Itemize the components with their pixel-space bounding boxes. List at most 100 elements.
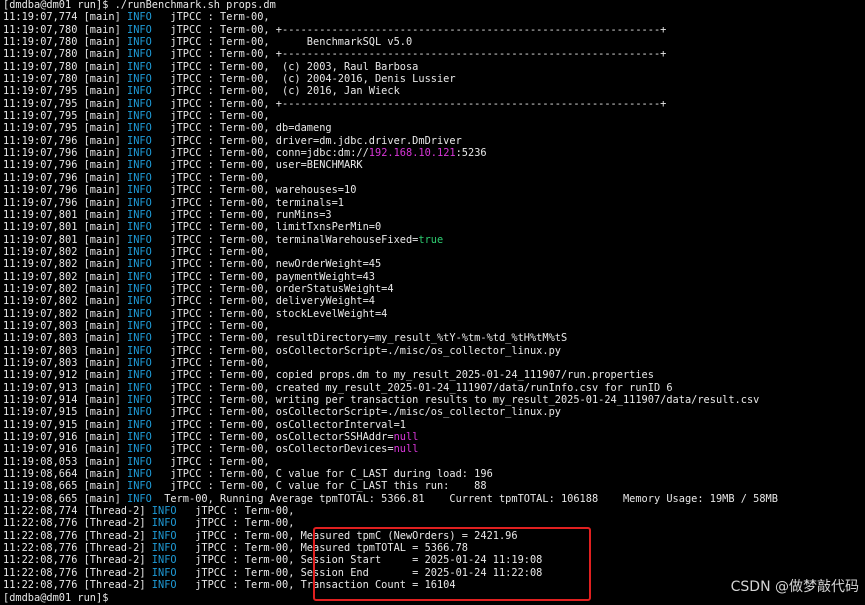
log-level: INFO xyxy=(127,455,152,468)
log-text: jTPCC : Term-00, osCollectorScript=./mis… xyxy=(151,344,561,357)
log-text: jTPCC : Term-00, conn=jdbc:dm:// xyxy=(151,147,369,160)
terminal-output[interactable]: [dmdba@dm01 run]$ ./runBenchmark.sh prop… xyxy=(3,0,863,604)
log-text: jTPCC : Term-00, warehouses=10 xyxy=(151,184,357,197)
log-level: INFO xyxy=(127,208,152,221)
log-text: 11:19:07,801 [main] xyxy=(3,208,127,221)
log-text: jTPCC : Term-00, orderStatusWeight=4 xyxy=(151,282,394,295)
log-line: 11:19:07,802 [main] INFO jTPCC : Term-00… xyxy=(3,246,863,258)
log-level: INFO xyxy=(127,468,152,481)
log-text: jTPCC : Term-00, osCollectorInterval=1 xyxy=(151,418,406,431)
log-line: 11:19:07,796 [main] INFO jTPCC : Term-00… xyxy=(3,135,863,147)
log-text: 11:19:08,665 [main] xyxy=(3,492,127,505)
log-text: jTPCC : Term-00, xyxy=(151,171,276,184)
log-text: jTPCC : Term-00, resultDirectory=my_resu… xyxy=(151,332,568,345)
log-text: jTPCC : Term-00, created my_result_2025-… xyxy=(151,381,673,394)
log-text: 11:19:07,796 [main] xyxy=(3,134,127,147)
log-text: 11:22:08,776 [Thread-2] xyxy=(3,542,152,555)
log-line: 11:19:07,780 [main] INFO jTPCC : Term-00… xyxy=(3,48,863,60)
log-level: INFO xyxy=(127,344,152,357)
log-line: 11:19:07,803 [main] INFO jTPCC : Term-00… xyxy=(3,357,863,369)
log-text: 11:19:07,780 [main] xyxy=(3,73,127,86)
log-text: 11:19:07,916 [main] xyxy=(3,443,127,456)
log-text: jTPCC : Term-00, xyxy=(151,356,276,369)
log-text: 11:19:07,916 [main] xyxy=(3,431,127,444)
log-level: INFO xyxy=(127,85,152,98)
log-line: 11:19:07,780 [main] INFO jTPCC : Term-00… xyxy=(3,73,863,85)
log-text: jTPCC : Term-00, deliveryWeight=4 xyxy=(151,295,375,308)
log-text: jTPCC : Term-00, xyxy=(151,245,276,258)
log-text: [dmdba@dm01 run]$ xyxy=(3,591,115,604)
log-level: INFO xyxy=(127,356,152,369)
log-line: 11:19:07,774 [main] INFO jTPCC : Term-00… xyxy=(3,11,863,23)
log-level: INFO xyxy=(127,443,152,456)
log-text: jTPCC : Term-00, +----------------------… xyxy=(151,48,667,61)
log-level: INFO xyxy=(127,245,152,258)
log-text: 11:19:07,802 [main] xyxy=(3,270,127,283)
log-level: INFO xyxy=(127,480,152,493)
log-text: 11:19:07,796 [main] xyxy=(3,196,127,209)
log-level: INFO xyxy=(127,36,152,49)
log-level: INFO xyxy=(127,233,152,246)
log-text: 11:19:07,802 [main] xyxy=(3,307,127,320)
log-text: jTPCC : Term-00, copied props.dm to my_r… xyxy=(151,369,654,382)
log-text: 11:22:08,776 [Thread-2] xyxy=(3,566,152,579)
log-level: INFO xyxy=(127,394,152,406)
log-text: 11:22:08,774 [Thread-2] xyxy=(3,505,152,518)
log-text: Term-00, Running Average tpmTOTAL: 5366.… xyxy=(151,492,778,505)
log-text: 11:19:08,664 [main] xyxy=(3,468,127,481)
log-text: jTPCC : Term-00, xyxy=(176,517,301,530)
log-text: 11:19:07,913 [main] xyxy=(3,381,127,394)
log-text: jTPCC : Term-00, xyxy=(151,455,276,468)
log-level: INFO xyxy=(127,282,152,295)
log-level: INFO xyxy=(127,319,152,332)
log-level: INFO xyxy=(127,270,152,283)
log-level: INFO xyxy=(127,196,152,209)
log-level: INFO xyxy=(127,258,152,271)
log-text: jTPCC : Term-00, runMins=3 xyxy=(151,208,332,221)
log-text: jTPCC : Term-00, +----------------------… xyxy=(151,97,667,110)
log-text: jTPCC : Term-00, (c) 2016, Jan Wieck xyxy=(151,85,400,98)
log-text: 11:19:07,802 [main] xyxy=(3,282,127,295)
log-text: 11:19:07,795 [main] xyxy=(3,110,127,123)
log-text: 11:19:07,796 [main] xyxy=(3,159,127,172)
log-line: 11:19:07,795 [main] INFO jTPCC : Term-00… xyxy=(3,122,863,134)
log-level: INFO xyxy=(127,332,152,345)
results-highlight-box xyxy=(313,527,591,601)
log-line: 11:19:07,796 [main] INFO jTPCC : Term-00… xyxy=(3,197,863,209)
log-line: 11:19:07,795 [main] INFO jTPCC : Term-00… xyxy=(3,98,863,110)
log-text: 11:19:07,802 [main] xyxy=(3,245,127,258)
log-level: INFO xyxy=(151,505,177,518)
log-line: 11:19:07,796 [main] INFO jTPCC : Term-00… xyxy=(3,147,863,159)
log-text: 11:19:07,796 [main] xyxy=(3,184,127,197)
log-level: INFO xyxy=(127,295,152,308)
log-text: 11:19:07,780 [main] xyxy=(3,23,127,36)
log-level: INFO xyxy=(151,554,177,567)
log-level: INFO xyxy=(127,147,152,160)
log-line: 11:19:07,915 [main] INFO jTPCC : Term-00… xyxy=(3,406,863,418)
log-level: INFO xyxy=(127,369,152,382)
log-text: :5236 xyxy=(455,147,487,160)
log-level: INFO xyxy=(127,381,152,394)
log-line: 11:19:07,802 [main] INFO jTPCC : Term-00… xyxy=(3,308,863,320)
log-line: 11:19:07,780 [main] INFO jTPCC : Term-00… xyxy=(3,24,863,36)
highlighted-value: null xyxy=(393,443,419,456)
log-line: 11:19:07,802 [main] INFO jTPCC : Term-00… xyxy=(3,258,863,270)
log-text: jTPCC : Term-00, xyxy=(151,110,276,123)
log-text: jTPCC : Term-00, xyxy=(151,319,276,332)
log-line: 11:19:07,802 [main] INFO jTPCC : Term-00… xyxy=(3,271,863,283)
log-level: INFO xyxy=(151,566,177,579)
log-text: jTPCC : Term-00, stockLevelWeight=4 xyxy=(151,307,388,320)
log-level: INFO xyxy=(127,418,152,431)
log-text: jTPCC : Term-00, xyxy=(151,11,276,24)
log-text: 11:19:07,780 [main] xyxy=(3,60,127,73)
log-level: INFO xyxy=(127,97,152,110)
log-text: jTPCC : Term-00, osCollectorDevices= xyxy=(151,443,394,456)
log-level: INFO xyxy=(151,542,177,555)
log-text: jTPCC : Term-00, paymentWeight=43 xyxy=(151,270,375,283)
log-text: 11:22:08,776 [Thread-2] xyxy=(3,554,152,567)
log-text: 11:22:08,776 [Thread-2] xyxy=(3,517,152,530)
log-level: INFO xyxy=(127,492,152,505)
command-line: [dmdba@dm01 run]$ ./runBenchmark.sh prop… xyxy=(3,0,863,11)
log-text: 11:19:07,780 [main] xyxy=(3,48,127,61)
log-text: 11:19:07,796 [main] xyxy=(3,147,127,160)
